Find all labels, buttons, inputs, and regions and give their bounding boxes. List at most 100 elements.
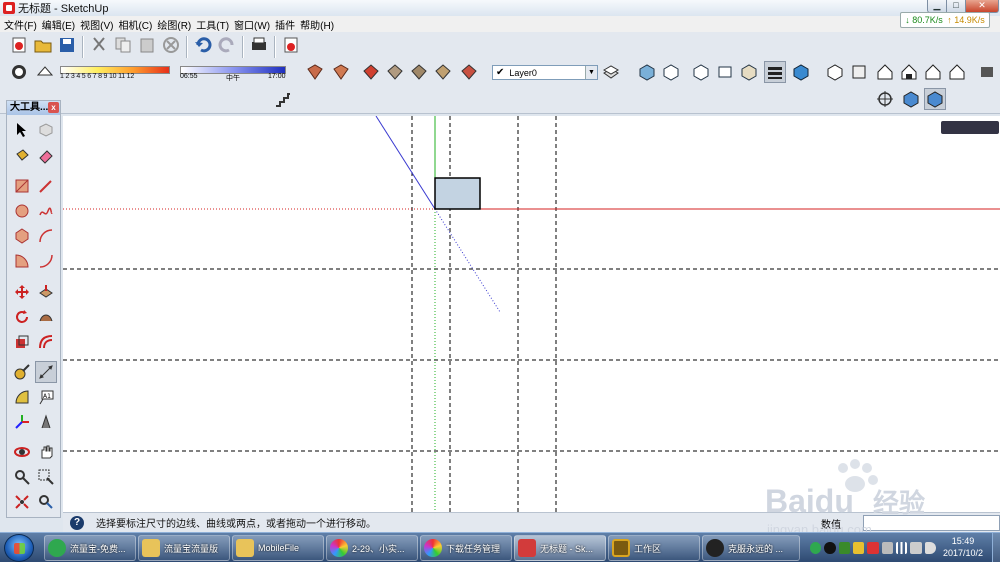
- iso-view-icon[interactable]: [824, 61, 846, 83]
- model-info-icon[interactable]: [280, 34, 302, 56]
- cut-icon[interactable]: [88, 34, 110, 56]
- task-qq-chat[interactable]: 克服永远的 ...: [702, 535, 800, 561]
- tray-qq-icon[interactable]: [824, 542, 836, 554]
- scale-icon[interactable]: [11, 331, 33, 353]
- two-point-arc-icon[interactable]: [35, 250, 57, 272]
- task-browser-1[interactable]: 2-29、小实...: [326, 535, 418, 561]
- task-sketchup[interactable]: 无标题 - Sk...: [514, 535, 606, 561]
- paint-bucket-icon[interactable]: [11, 145, 33, 167]
- 3d-text-icon[interactable]: [35, 411, 57, 433]
- tray-monitor-icon[interactable]: [910, 542, 922, 554]
- shaded-icon[interactable]: [714, 61, 736, 83]
- face-style-mono-icon[interactable]: [330, 61, 352, 83]
- copy-icon[interactable]: [112, 34, 134, 56]
- chevron-down-icon[interactable]: ▼: [585, 66, 597, 79]
- measurements-input[interactable]: [863, 515, 1000, 531]
- front-view-icon[interactable]: [874, 61, 896, 83]
- left-view-icon[interactable]: [946, 61, 968, 83]
- print-icon[interactable]: [248, 34, 270, 56]
- fog-icon[interactable]: [34, 61, 56, 83]
- text-icon[interactable]: A1: [35, 386, 57, 408]
- eraser-icon[interactable]: [35, 145, 57, 167]
- show-desktop-button[interactable]: [992, 533, 1000, 562]
- task-download-manager[interactable]: 下载任务管理: [420, 535, 512, 561]
- task-workspace[interactable]: 工作区: [608, 535, 700, 561]
- push-pull-icon[interactable]: [35, 281, 57, 303]
- menu-edit[interactable]: 编辑(E): [42, 17, 80, 32]
- back-view-icon[interactable]: [922, 61, 944, 83]
- xray-icon[interactable]: [636, 61, 658, 83]
- panel-title[interactable]: 大工具... x: [7, 101, 60, 115]
- dimension-icon[interactable]: [35, 361, 57, 383]
- select-icon[interactable]: [11, 119, 33, 141]
- menu-plugins[interactable]: 插件: [275, 17, 300, 32]
- layer-manager-icon[interactable]: [600, 61, 622, 83]
- shadows-icon[interactable]: [8, 61, 30, 83]
- erase-icon[interactable]: [160, 34, 182, 56]
- shaded-texture-icon[interactable]: [738, 61, 760, 83]
- bottom-view-icon[interactable]: [976, 61, 998, 83]
- hidden-line-icon[interactable]: [690, 61, 712, 83]
- wireframe-icon[interactable]: [660, 61, 682, 83]
- menu-window[interactable]: 窗口(W): [234, 17, 275, 32]
- section-plane-icon[interactable]: [360, 61, 382, 83]
- panel-close-button[interactable]: x: [48, 102, 59, 113]
- style-blue-icon[interactable]: [790, 61, 812, 83]
- undo-icon[interactable]: [192, 34, 214, 56]
- help-icon[interactable]: ?: [70, 515, 84, 530]
- walkthrough-icon[interactable]: [432, 61, 454, 83]
- sandbox-icon[interactable]: [458, 61, 480, 83]
- top-view-icon[interactable]: [848, 61, 870, 83]
- section-display-icon[interactable]: [384, 61, 406, 83]
- offset-icon[interactable]: [35, 331, 57, 353]
- monochrome-icon[interactable]: [764, 61, 786, 83]
- circle-icon[interactable]: [11, 200, 33, 222]
- look-around-icon[interactable]: [900, 88, 922, 110]
- menu-draw[interactable]: 绘图(R): [157, 17, 196, 32]
- zoom-window-icon[interactable]: [35, 466, 57, 488]
- stairs-plugin-icon[interactable]: [272, 88, 294, 110]
- save-icon[interactable]: [56, 34, 78, 56]
- menu-help[interactable]: 帮助(H): [300, 17, 339, 32]
- new-file-icon[interactable]: [8, 34, 30, 56]
- menu-tools[interactable]: 工具(T): [196, 17, 234, 32]
- instructor-toggle[interactable]: [941, 121, 999, 134]
- task-llb-free[interactable]: 流量宝-免费...: [44, 535, 136, 561]
- face-style-texture-icon[interactable]: [304, 61, 326, 83]
- rotate-icon[interactable]: [11, 306, 33, 328]
- tray-security-icon[interactable]: [838, 542, 850, 554]
- paste-icon[interactable]: [136, 34, 158, 56]
- network-signal-icon[interactable]: [895, 542, 908, 554]
- line-pencil-icon[interactable]: [35, 175, 57, 197]
- start-button[interactable]: [4, 534, 34, 562]
- axes-icon[interactable]: [11, 411, 33, 433]
- task-llb-flow[interactable]: 流量宝流量版: [138, 535, 230, 561]
- menu-camera[interactable]: 相机(C): [118, 17, 157, 32]
- open-file-icon[interactable]: [32, 34, 54, 56]
- section-cut-icon[interactable]: [408, 61, 430, 83]
- pie-icon[interactable]: [11, 250, 33, 272]
- system-clock[interactable]: 15:49 2017/10/2: [935, 535, 991, 559]
- rectangle-icon[interactable]: [11, 175, 33, 197]
- tape-measure-icon[interactable]: [11, 361, 33, 383]
- tray-app-icon[interactable]: [852, 542, 865, 554]
- polygon-icon[interactable]: [11, 225, 33, 247]
- zoom-icon[interactable]: [11, 466, 33, 488]
- task-mobilefile[interactable]: MobileFile: [232, 535, 324, 561]
- arc-icon[interactable]: [35, 225, 57, 247]
- pan-hand-icon[interactable]: [35, 441, 57, 463]
- tray-flag-icon[interactable]: [867, 542, 879, 554]
- walk-icon[interactable]: [924, 88, 946, 110]
- move-icon[interactable]: [11, 281, 33, 303]
- zoom-extents-icon[interactable]: [11, 491, 33, 513]
- drawing-area[interactable]: [63, 116, 1000, 512]
- protractor-icon[interactable]: [11, 386, 33, 408]
- make-component-icon[interactable]: [35, 119, 57, 141]
- menu-file[interactable]: 文件(F): [4, 17, 42, 32]
- redo-icon[interactable]: [216, 34, 238, 56]
- previous-view-icon[interactable]: [35, 491, 57, 513]
- layer-dropdown[interactable]: ✔ Layer0 ▼: [492, 65, 598, 80]
- position-camera-icon[interactable]: [874, 88, 896, 110]
- right-view-icon[interactable]: [898, 61, 920, 83]
- tray-llb-icon[interactable]: [810, 542, 822, 554]
